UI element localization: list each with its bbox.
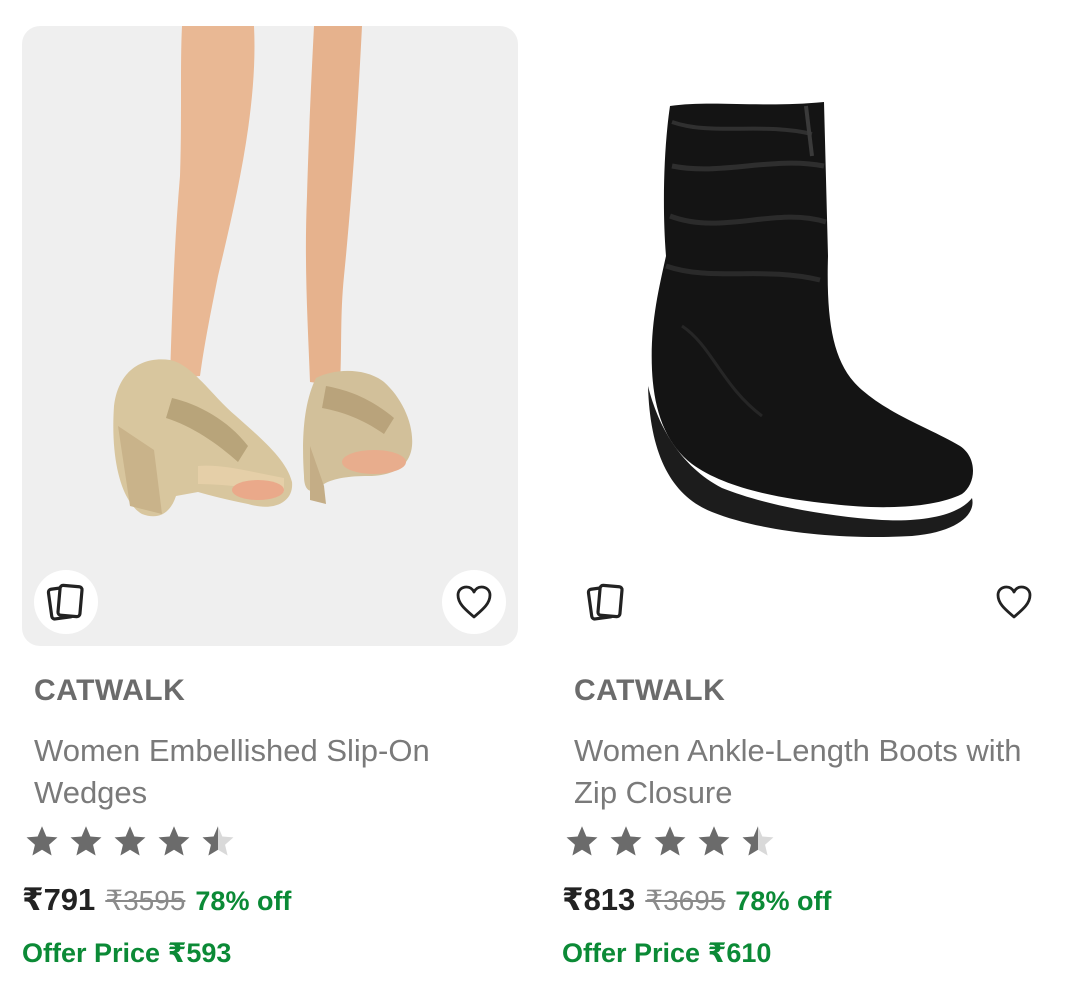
similar-products-icon <box>586 583 624 621</box>
heart-icon <box>996 585 1032 619</box>
star-icon <box>26 826 58 856</box>
similar-products-button[interactable] <box>34 570 98 634</box>
product-image[interactable] <box>22 26 518 646</box>
star-icon <box>114 826 146 856</box>
half-star-icon <box>202 826 234 856</box>
star-icon <box>70 826 102 856</box>
star-rating <box>564 824 776 860</box>
offer-price-label: Offer Price <box>22 938 168 968</box>
offer-price-label: Offer Price <box>562 938 708 968</box>
product-grid: CATWALK Women Embellished Slip-On Wedges… <box>0 0 1079 988</box>
selling-price: ₹791 <box>22 882 96 917</box>
star-icon <box>698 826 730 856</box>
price-row: ₹791 ₹3595 78% off <box>22 882 291 918</box>
original-price: ₹3595 <box>105 885 186 916</box>
star-icon <box>610 826 642 856</box>
star-icon <box>566 826 598 856</box>
star-icon <box>158 826 190 856</box>
similar-products-button[interactable] <box>574 570 638 634</box>
half-star-icon <box>742 826 774 856</box>
product-title[interactable]: Women Embellished Slip-On Wedges <box>34 730 504 814</box>
brand-name: CATWALK <box>34 674 186 707</box>
ankle-boot-image <box>648 102 973 537</box>
discount-badge: 78% off <box>195 886 292 916</box>
offer-price-row: Offer Price ₹593 <box>22 938 231 969</box>
price-row: ₹813 ₹3695 78% off <box>562 882 831 918</box>
wishlist-button[interactable] <box>442 570 506 634</box>
product-title[interactable]: Women Ankle-Length Boots with Zip Closur… <box>574 730 1044 814</box>
discount-badge: 78% off <box>735 886 832 916</box>
product-image[interactable] <box>562 26 1058 646</box>
product-card[interactable]: CATWALK Women Embellished Slip-On Wedges… <box>22 26 518 968</box>
selling-price: ₹813 <box>562 882 636 917</box>
offer-price-value: ₹610 <box>707 938 772 968</box>
wedge-sandals-image <box>113 26 413 517</box>
star-icon <box>654 826 686 856</box>
offer-price-row: Offer Price ₹610 <box>562 938 771 969</box>
wishlist-button[interactable] <box>982 570 1046 634</box>
similar-products-icon <box>46 583 84 621</box>
original-price: ₹3695 <box>645 885 726 916</box>
star-rating <box>24 824 236 860</box>
heart-icon <box>456 585 492 619</box>
offer-price-value: ₹593 <box>167 938 232 968</box>
brand-name: CATWALK <box>574 674 726 707</box>
product-card[interactable]: CATWALK Women Ankle-Length Boots with Zi… <box>562 26 1058 968</box>
